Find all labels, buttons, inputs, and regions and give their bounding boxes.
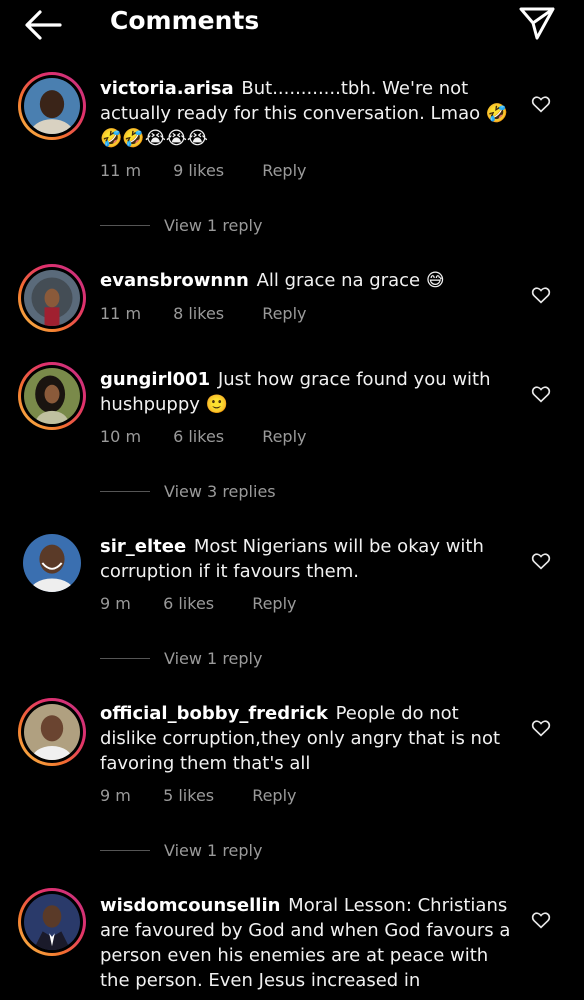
comment-username[interactable]: evansbrownnn (100, 270, 249, 291)
comment-meta: 10 m 6 likes Reply (100, 427, 307, 446)
comment-time: 11 m (100, 161, 142, 180)
avatar-photo (23, 534, 81, 592)
comment-likes[interactable]: 6 likes (163, 594, 247, 613)
divider (100, 224, 150, 226)
divider (100, 849, 150, 851)
paper-plane-icon[interactable] (518, 4, 556, 42)
avatar-photo (24, 270, 80, 326)
heart-outline-icon[interactable] (531, 95, 551, 113)
heart-outline-icon[interactable] (531, 286, 551, 304)
reply-button[interactable]: Reply (262, 304, 306, 323)
view-replies-button[interactable]: View 1 reply (100, 647, 262, 669)
heart-outline-icon[interactable] (531, 719, 551, 737)
comment-likes[interactable]: 6 likes (173, 427, 257, 446)
view-replies-button[interactable]: View 1 reply (100, 839, 262, 861)
comment-time: 9 m (100, 594, 131, 613)
comment-username[interactable]: official_bobby_fredrick (100, 703, 328, 724)
view-replies-label: View 1 reply (164, 215, 263, 235)
heart-outline-icon[interactable] (531, 385, 551, 403)
reply-button[interactable]: Reply (262, 161, 306, 180)
reply-button[interactable]: Reply (252, 594, 296, 613)
comment-meta: 9 m 5 likes Reply (100, 786, 297, 805)
comment-meta: 11 m 9 likes Reply (100, 161, 307, 180)
heart-outline-icon[interactable] (531, 552, 551, 570)
comment-username[interactable]: wisdomcounsellin (100, 895, 280, 916)
comment-likes[interactable]: 8 likes (173, 304, 257, 323)
view-replies-button[interactable]: View 3 replies (100, 480, 276, 502)
comment-time: 10 m (100, 427, 142, 446)
avatar-photo (24, 704, 80, 760)
avatar[interactable] (18, 362, 86, 430)
comment-likes[interactable]: 5 likes (163, 786, 247, 805)
heart-outline-icon[interactable] (531, 911, 551, 929)
avatar[interactable] (18, 529, 86, 597)
comment-likes[interactable]: 9 likes (173, 161, 257, 180)
header-bar: Comments (0, 0, 584, 50)
avatar[interactable] (18, 888, 86, 956)
divider (100, 657, 150, 659)
comment-username[interactable]: gungirl001 (100, 369, 210, 390)
comment-username[interactable]: victoria.arisa (100, 78, 234, 99)
reply-button[interactable]: Reply (262, 427, 306, 446)
page-title: Comments (110, 6, 260, 35)
comment-meta: 11 m 8 likes Reply (100, 304, 307, 323)
avatar[interactable] (18, 264, 86, 332)
avatar[interactable] (18, 72, 86, 140)
arrow-left-icon[interactable] (22, 8, 62, 42)
view-replies-button[interactable]: View 1 reply (100, 214, 262, 236)
avatar[interactable] (18, 698, 86, 766)
avatar-photo (24, 894, 80, 950)
comment-time: 9 m (100, 786, 131, 805)
view-replies-label: View 1 reply (164, 648, 263, 668)
avatar-photo (24, 368, 80, 424)
comment-time: 11 m (100, 304, 142, 323)
divider (100, 490, 150, 492)
comment-meta: 9 m 6 likes Reply (100, 594, 297, 613)
comment-text: All grace na grace 😅 (256, 270, 445, 291)
comment-username[interactable]: sir_eltee (100, 536, 186, 557)
view-replies-label: View 3 replies (164, 481, 276, 501)
view-replies-label: View 1 reply (164, 840, 263, 860)
avatar-photo (24, 78, 80, 134)
reply-button[interactable]: Reply (252, 786, 296, 805)
